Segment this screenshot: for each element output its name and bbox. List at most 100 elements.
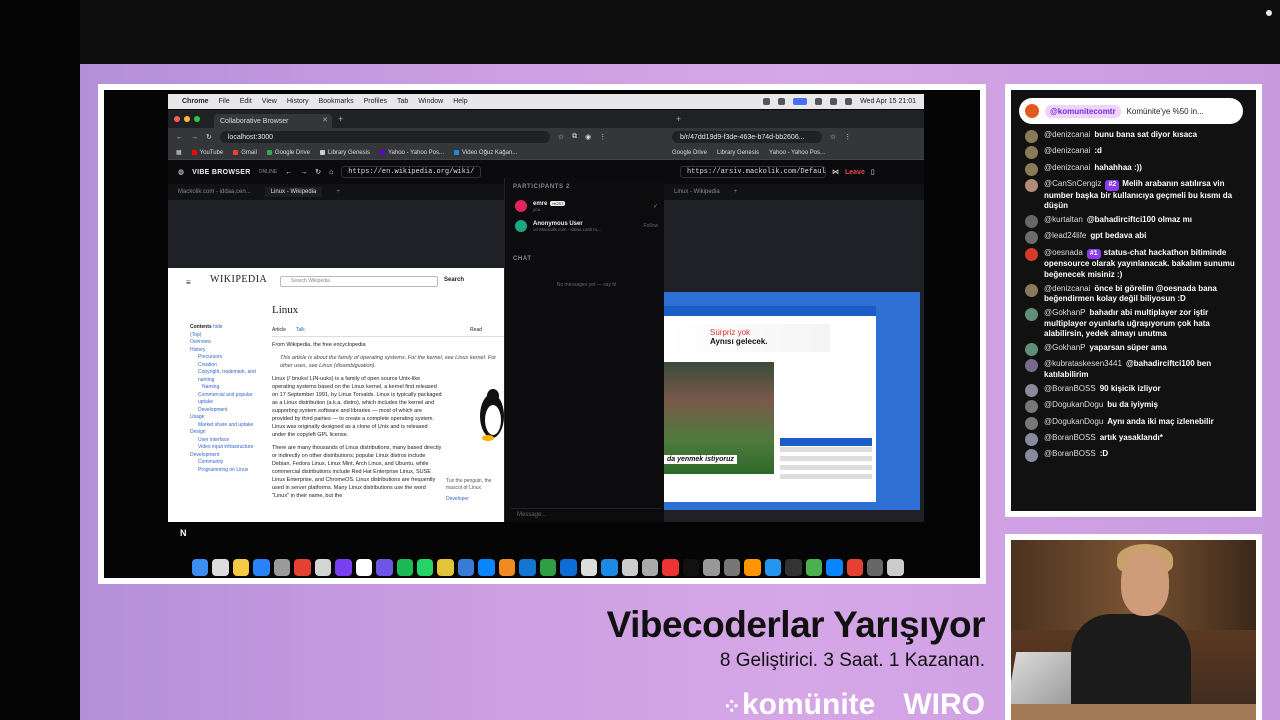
menu-chrome[interactable]: Chrome (182, 98, 208, 105)
forward-icon[interactable]: → (300, 169, 307, 176)
new-tab-icon[interactable]: + (338, 114, 343, 124)
menu-bookmarks[interactable]: Bookmarks (319, 98, 354, 105)
dock-app-icon[interactable] (560, 558, 577, 576)
dock-app-icon[interactable] (519, 558, 536, 576)
leave-button[interactable]: Leave (845, 169, 865, 176)
wiki-search-input[interactable]: Search Wikipedia (280, 276, 438, 287)
toc-item[interactable]: Market share and uptake (190, 422, 260, 430)
toc-item[interactable]: Naming (190, 384, 260, 392)
dock-app-icon[interactable] (764, 558, 782, 576)
bookmark-star-icon[interactable]: ☆ (830, 133, 836, 141)
more-icon[interactable]: ⋮ (599, 133, 606, 141)
wiki-search-button[interactable]: Search (444, 277, 464, 283)
chat-username[interactable]: @kubrataskesen3441 (1044, 359, 1122, 368)
dock-app-icon[interactable] (662, 558, 679, 576)
dock-app-icon[interactable] (805, 558, 823, 576)
bookmark-youtube[interactable]: YouTube (191, 150, 223, 156)
dock-app-icon[interactable] (232, 558, 250, 576)
chat-username[interactable]: @denizcanai (1044, 284, 1090, 293)
status-icon[interactable] (763, 98, 771, 105)
chat-username[interactable]: @kurtaltan (1044, 215, 1083, 224)
dock-app-icon[interactable] (866, 558, 884, 576)
chat-username[interactable]: @denizcanai (1044, 130, 1090, 139)
follow-button[interactable]: Follow (644, 223, 658, 229)
dock-app-icon[interactable] (580, 558, 598, 576)
dock-app-icon[interactable] (335, 558, 352, 576)
shared-url-input[interactable]: https://en.wikipedia.org/wiki/ (341, 166, 482, 178)
menu-edit[interactable]: Edit (240, 98, 252, 105)
dock-app-icon[interactable] (703, 558, 720, 576)
more-icon[interactable]: ⋮ (844, 133, 851, 141)
dock-app-icon[interactable] (621, 558, 638, 576)
chat-username[interactable]: @GokhanP (1044, 308, 1085, 317)
dock-app-icon[interactable] (355, 558, 373, 576)
dock-app-icon[interactable] (478, 558, 495, 576)
sidebar-toggle-icon[interactable]: ▯ (871, 168, 875, 176)
dock-app-icon[interactable] (273, 558, 291, 576)
status-icon[interactable] (778, 98, 786, 105)
menu-window[interactable]: Window (418, 98, 443, 105)
shared-tab[interactable]: Mackolik.com - iddaa,cen... (178, 189, 251, 195)
read-tab[interactable]: Read (470, 326, 482, 334)
dock-app-icon[interactable] (396, 558, 413, 576)
browser-tab[interactable]: Collaborative Browser ✕ (214, 114, 332, 128)
toc-item[interactable]: Programming on Linux (190, 467, 260, 475)
chat-username[interactable]: @DogukanDogu (1044, 417, 1103, 426)
shared-url-input[interactable]: https://arsiv.mackolik.com/Default.aspx (680, 166, 826, 178)
chat-username[interactable]: @denizcanai (1044, 163, 1090, 172)
dock-app-icon[interactable] (253, 558, 270, 576)
bookmark-gmail[interactable]: Gmail (233, 150, 257, 156)
minimize-window-icon[interactable] (184, 116, 190, 122)
toc-item[interactable]: Development (190, 407, 260, 415)
dock-app-icon[interactable] (723, 558, 741, 576)
home-icon[interactable]: ⌂ (329, 169, 333, 176)
dock-app-icon[interactable] (846, 558, 863, 576)
article-tab[interactable]: Article (272, 326, 286, 334)
close-tab-icon[interactable]: ✕ (322, 116, 328, 124)
toc-item[interactable]: Video input infrastructure (190, 444, 260, 452)
toc-item[interactable]: User interface (190, 437, 260, 445)
menu-file[interactable]: File (218, 98, 229, 105)
apps-icon[interactable]: ▦ (176, 149, 182, 156)
bookmark-yahoo[interactable]: Yahoo - Yahoo Pos... (769, 150, 825, 156)
dock-app-icon[interactable] (437, 558, 454, 576)
dock-app-icon[interactable] (192, 558, 209, 576)
pinned-message[interactable]: @komunitecomtr Komünite'ye %50 in... (1019, 98, 1243, 124)
close-window-icon[interactable] (174, 116, 180, 122)
toc-item[interactable]: Overview (190, 339, 260, 347)
toc-item[interactable]: Creation (190, 362, 260, 370)
wifi-icon[interactable] (830, 98, 838, 105)
dock-app-icon[interactable] (212, 558, 229, 576)
chat-username[interactable]: @BoranBOSS (1044, 384, 1096, 393)
dock-app-icon[interactable] (682, 558, 700, 576)
dock-app-icon[interactable] (498, 558, 516, 576)
address-bar[interactable]: b/r/47dd19d9-f3de-463e-b74d-bb2606... (672, 131, 822, 143)
chat-username[interactable]: @GokhanP (1044, 343, 1085, 352)
chat-username[interactable]: @BoranBOSS (1044, 449, 1096, 458)
screen-share-icon[interactable] (793, 98, 808, 105)
zoom-window-icon[interactable] (194, 116, 200, 122)
bookmark-google-drive[interactable]: Google Drive (266, 150, 310, 156)
toc-item[interactable]: Commercial and popular uptake (190, 392, 260, 407)
extensions-icon[interactable]: ⧉ (572, 133, 577, 141)
message-input[interactable]: Message... (511, 508, 661, 520)
dock-app-icon[interactable] (826, 558, 843, 576)
menu-help[interactable]: Help (453, 98, 467, 105)
talk-tab[interactable]: Talk (296, 326, 305, 334)
toc-item[interactable]: Community (190, 459, 260, 467)
toc-item[interactable]: History (190, 347, 260, 355)
bookmark-google-drive[interactable]: Google Drive (672, 150, 707, 156)
toc-item[interactable]: Development (190, 452, 260, 460)
chat-username[interactable]: @oesnada (1044, 248, 1083, 257)
shared-tab[interactable]: Linux - Wikipedia (674, 189, 720, 195)
participant-item[interactable]: emre HOST you ✓ (505, 196, 668, 216)
bookmark-library-genesis[interactable]: Library Genesis (319, 150, 370, 156)
dock-app-icon[interactable] (314, 558, 332, 576)
wikipedia-logo[interactable]: WIKIPEDIA (210, 274, 267, 285)
toc-item[interactable]: Design (190, 429, 260, 437)
dock-app-icon[interactable] (416, 558, 434, 576)
chat-username[interactable]: @BoranBOSS (1044, 433, 1096, 442)
forward-icon[interactable]: → (191, 134, 198, 141)
reload-icon[interactable]: ↻ (206, 133, 212, 141)
bookmark-video[interactable]: Video Oğuz Kağan... (454, 150, 517, 156)
